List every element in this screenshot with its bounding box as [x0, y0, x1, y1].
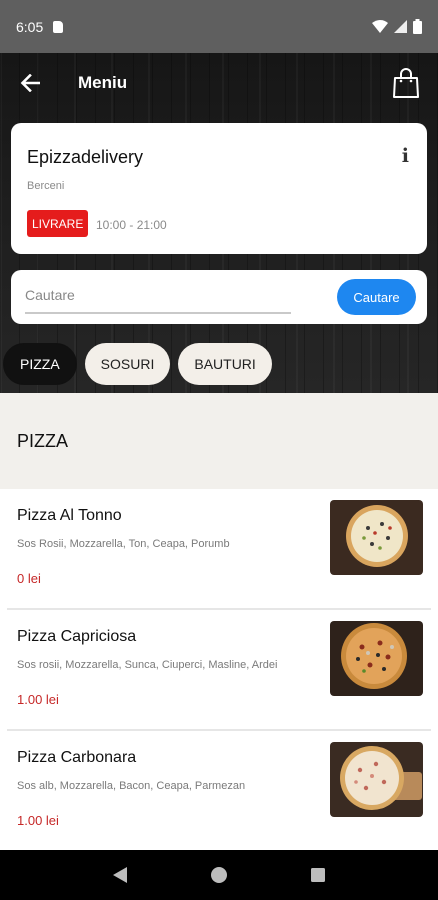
shopping-bag-icon	[393, 68, 419, 98]
product-price: 1.00 lei	[17, 692, 59, 707]
tab-pizza[interactable]: PIZZA	[3, 343, 77, 385]
product-name: Pizza Al Tonno	[17, 507, 122, 524]
tab-bauturi[interactable]: BAUTURI	[178, 343, 272, 385]
info-icon[interactable]: i	[402, 145, 409, 167]
search-button[interactable]: Cautare	[337, 279, 416, 315]
delivery-badge: LIVRARE	[27, 210, 89, 237]
product-description: Sos rosii, Mozzarella, Sunca, Ciuperci, …	[17, 659, 278, 671]
nav-recents-button[interactable]	[298, 855, 338, 895]
product-item[interactable]: Pizza Capriciosa Sos rosii, Mozzarella, …	[0, 610, 438, 731]
nav-home-icon	[210, 867, 227, 883]
restaurant-card: Epizzadelivery Berceni LIVRARE 10:00 - 2…	[11, 123, 427, 254]
sd-card-icon	[53, 20, 64, 33]
menu-content: PIZZA Pizza Al Tonno Sos Rosii, Mozzarel…	[0, 393, 438, 850]
product-price: 0 lei	[17, 571, 41, 586]
pizza-image[interactable]	[330, 500, 423, 575]
nav-back-icon	[112, 867, 127, 883]
back-button[interactable]	[18, 71, 42, 95]
product-item[interactable]: Pizza Al Tonno Sos Rosii, Mozzarella, To…	[0, 489, 438, 610]
tab-sosuri[interactable]: SOSURI	[84, 343, 171, 385]
opening-hours: 10:00 - 21:00	[96, 218, 167, 232]
product-description: Sos Rosii, Mozzarella, Ton, Ceapa, Porum…	[17, 538, 230, 550]
restaurant-area: Berceni	[27, 180, 65, 192]
section-title: PIZZA	[0, 393, 438, 489]
battery-icon	[413, 19, 422, 34]
restaurant-name: Epizzadelivery	[27, 147, 144, 167]
product-price: 1.00 lei	[17, 813, 59, 828]
product-item[interactable]: Pizza Carbonara Sos alb, Mozzarella, Bac…	[0, 731, 438, 852]
wifi-icon	[372, 19, 388, 33]
signal-icon	[394, 20, 407, 33]
page-title: Meniu	[78, 73, 128, 92]
search-card: Cautare	[11, 270, 427, 324]
search-input[interactable]	[25, 282, 291, 314]
pizza-image[interactable]	[330, 742, 423, 817]
pizza-image[interactable]	[330, 621, 423, 696]
status-bar: 6:05	[0, 0, 438, 53]
cart-button[interactable]	[392, 67, 420, 99]
back-arrow-icon	[20, 74, 40, 92]
nav-home-button[interactable]	[199, 855, 239, 895]
status-time: 6:05	[16, 18, 44, 35]
product-description: Sos alb, Mozzarella, Bacon, Ceapa, Parme…	[17, 780, 246, 792]
status-icons	[372, 19, 422, 34]
product-name: Pizza Carbonara	[17, 749, 137, 766]
nav-back-button[interactable]	[100, 855, 140, 895]
system-nav-bar	[0, 850, 438, 900]
category-tabs: PIZZA SOSURI BAUTURI	[3, 343, 272, 385]
product-name: Pizza Capriciosa	[17, 628, 137, 645]
nav-recents-icon	[311, 868, 326, 882]
app-bar: Meniu	[0, 53, 438, 113]
